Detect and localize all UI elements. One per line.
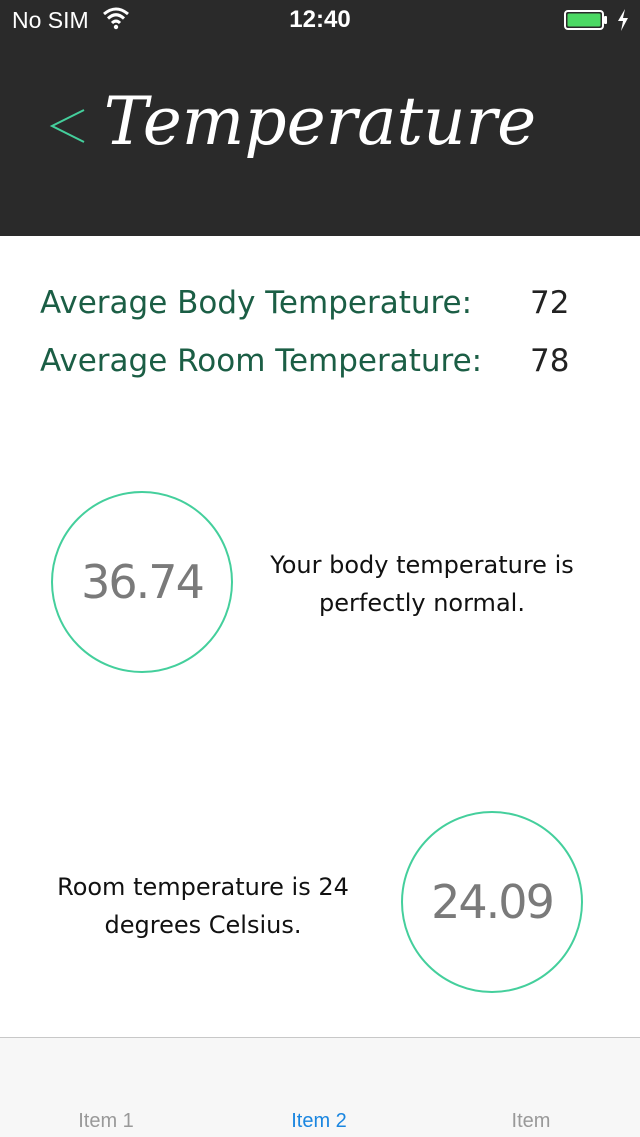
tab-bar: Item 1 Item 2 Item	[0, 1037, 640, 1137]
tab-item-3[interactable]: Item	[451, 1110, 611, 1133]
room-temperature-message: Room temperature is 24 degrees Celsius.	[38, 868, 368, 944]
body-message-line-2: perfectly normal.	[319, 589, 525, 617]
room-message-line-1: Room temperature is 24	[57, 873, 349, 901]
body-temperature-value: 36.74	[81, 555, 205, 609]
tab-item-1[interactable]: Item 1	[26, 1110, 186, 1133]
charging-bolt-icon	[618, 9, 628, 31]
room-temperature-value: 24.09	[431, 875, 555, 929]
average-body-temperature-value: 72	[530, 285, 570, 321]
room-message-line-2: degrees Celsius.	[104, 911, 302, 939]
average-room-temperature-label: Average Room Temperature:	[40, 343, 483, 379]
navigation-bar: Temperature	[0, 40, 640, 236]
room-temperature-gauge: 24.09	[401, 811, 583, 993]
battery-icon	[564, 10, 607, 30]
status-time: 12:40	[289, 6, 351, 33]
body-temperature-gauge: 36.74	[51, 491, 233, 673]
status-bar: No SIM 12:40	[0, 0, 640, 40]
page-title: Temperature	[103, 83, 537, 160]
average-body-temperature-label: Average Body Temperature:	[40, 285, 473, 321]
average-room-temperature-value: 78	[530, 343, 570, 379]
body-temperature-message: Your body temperature is perfectly norma…	[252, 546, 592, 622]
tab-item-2[interactable]: Item 2	[239, 1110, 399, 1133]
body-message-line-1: Your body temperature is	[270, 551, 574, 579]
